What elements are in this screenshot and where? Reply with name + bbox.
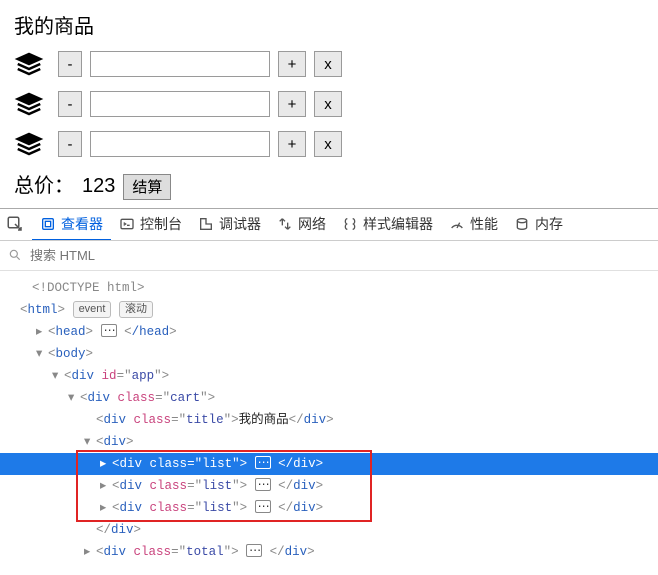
quantity-input[interactable] — [90, 91, 270, 117]
style-icon — [342, 216, 358, 232]
total-value: 123 — [82, 175, 115, 198]
remove-button[interactable]: x — [314, 91, 342, 117]
ellipsis-icon[interactable] — [255, 478, 271, 491]
search-bar — [0, 241, 658, 271]
ellipsis-icon[interactable] — [101, 324, 117, 337]
network-icon — [277, 216, 293, 232]
memory-icon — [514, 216, 530, 232]
tree-node[interactable]: ▸<head> </head> — [0, 321, 658, 343]
tab-inspector[interactable]: 查看器 — [32, 209, 111, 241]
plus-button[interactable]: + — [278, 51, 306, 77]
quantity-input[interactable] — [90, 131, 270, 157]
tab-label: 性能 — [470, 214, 498, 234]
total-line: 总价： 123 结算 — [14, 169, 644, 200]
event-badge[interactable]: event — [73, 301, 112, 318]
tab-console[interactable]: 控制台 — [111, 209, 190, 241]
settle-button[interactable]: 结算 — [123, 174, 171, 200]
tab-style[interactable]: 样式编辑器 — [334, 209, 441, 241]
quantity-input[interactable] — [90, 51, 270, 77]
inspector-icon — [40, 216, 56, 232]
plus-button[interactable]: + — [278, 131, 306, 157]
total-label: 总价： — [14, 169, 74, 198]
tree-node[interactable]: <div class="title">我的商品</div> — [0, 409, 658, 431]
tab-performance[interactable]: 性能 — [441, 209, 506, 241]
search-icon — [8, 248, 22, 262]
minus-button[interactable]: - — [58, 91, 82, 117]
devtools-tabbar: 查看器 控制台 调试器 网络 样式编辑器 性能 内存 — [0, 209, 658, 241]
tab-label: 查看器 — [61, 214, 103, 234]
perf-icon — [449, 216, 465, 232]
tree-node[interactable]: ▸<div class="list"> </div> — [0, 475, 658, 497]
tree-node[interactable]: ▾<div> — [0, 431, 658, 453]
plus-button[interactable]: + — [278, 91, 306, 117]
picker-icon[interactable] — [6, 215, 24, 233]
minus-button[interactable]: - — [58, 51, 82, 77]
minus-button[interactable]: - — [58, 131, 82, 157]
tree-node[interactable]: ▸<div class="list"> </div> — [0, 497, 658, 519]
layers-icon — [14, 49, 44, 79]
tab-label: 样式编辑器 — [363, 214, 433, 234]
scroll-badge[interactable]: 滚动 — [119, 301, 153, 318]
tab-label: 调试器 — [219, 214, 261, 234]
tab-label: 网络 — [298, 214, 326, 234]
debugger-icon — [198, 216, 214, 232]
ellipsis-icon[interactable] — [246, 544, 262, 557]
ellipsis-icon[interactable] — [255, 500, 271, 513]
tree-node[interactable]: <!DOCTYPE html> — [0, 277, 658, 299]
tab-memory[interactable]: 内存 — [506, 209, 571, 241]
tab-debugger[interactable]: 调试器 — [190, 209, 269, 241]
layers-icon — [14, 89, 44, 119]
tab-network[interactable]: 网络 — [269, 209, 334, 241]
layers-icon — [14, 129, 44, 159]
ellipsis-icon[interactable] — [255, 456, 271, 469]
tree-node[interactable]: ▾<div id="app"> — [0, 365, 658, 387]
tree-node[interactable]: ▸<div class="total"> </div> — [0, 541, 658, 563]
search-html-input[interactable] — [28, 247, 650, 264]
tree-node-selected[interactable]: ▸<div class="list"> </div> — [0, 453, 658, 475]
console-icon — [119, 216, 135, 232]
tab-label: 控制台 — [140, 214, 182, 234]
cart-row: - + x — [14, 129, 644, 159]
cart-row: - + x — [14, 89, 644, 119]
tree-node[interactable]: ▾<body> — [0, 343, 658, 365]
cart-title: 我的商品 — [14, 10, 644, 39]
dom-tree[interactable]: <!DOCTYPE html> <html> event 滚动 ▸<head> … — [0, 271, 658, 575]
cart-row: - + x — [14, 49, 644, 79]
tree-node[interactable]: <html> event 滚动 — [0, 299, 658, 321]
tree-node[interactable]: ▾<div class="cart"> — [0, 387, 658, 409]
remove-button[interactable]: x — [314, 51, 342, 77]
tree-node[interactable]: </div> — [0, 519, 658, 541]
tab-label: 内存 — [535, 214, 563, 234]
remove-button[interactable]: x — [314, 131, 342, 157]
